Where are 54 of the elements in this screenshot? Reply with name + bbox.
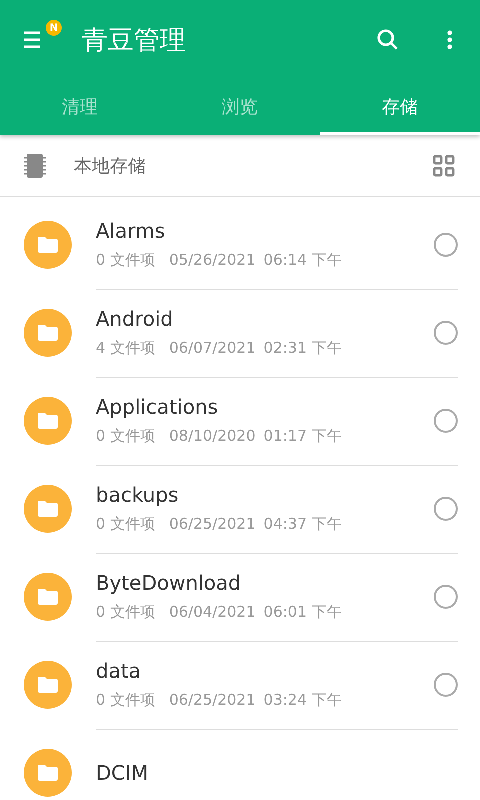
folder-row[interactable]: data 0 文件项 06/25/2021 03:24 下午 (0, 641, 480, 729)
modified-time: 01:17 下午 (264, 427, 342, 446)
grid-icon (433, 154, 455, 176)
folder-icon (24, 485, 72, 533)
folder-row[interactable]: Alarms 0 文件项 05/26/2021 06:14 下午 (0, 201, 480, 289)
select-radio[interactable] (434, 496, 458, 520)
folder-icon (24, 397, 72, 445)
notification-badge: N (46, 20, 62, 36)
folder-row[interactable]: DCIM (0, 729, 480, 800)
item-count: 0 文件项 (96, 251, 156, 270)
folder-icon (24, 309, 72, 357)
select-radio[interactable] (434, 232, 458, 256)
folder-name: ByteDownload (96, 571, 242, 595)
modified-time: 04:37 下午 (264, 515, 342, 534)
modified-time: 03:24 下午 (264, 691, 342, 710)
folder-row[interactable]: Android 4 文件项 06/07/2021 02:31 下午 (0, 289, 480, 377)
storage-chip-icon (24, 152, 46, 178)
folder-row[interactable]: Applications 0 文件项 08/10/2020 01:17 下午 (0, 377, 480, 465)
modified-date: 06/04/2021 (169, 603, 256, 622)
grid-view-button[interactable] (432, 154, 456, 178)
folder-name: Android (96, 307, 174, 331)
item-count: 4 文件项 (96, 339, 156, 358)
folder-name: Applications (96, 395, 220, 419)
modified-time: 06:14 下午 (264, 251, 342, 270)
folder-name: DCIM (96, 761, 150, 785)
modified-date: 05/26/2021 (169, 251, 256, 270)
select-radio[interactable] (434, 672, 458, 696)
item-count: 0 文件项 (96, 603, 156, 622)
folder-name: backups (96, 483, 180, 507)
modified-date: 08/10/2020 (169, 427, 256, 446)
modified-date: 06/07/2021 (169, 339, 256, 358)
modified-time: 02:31 下午 (264, 339, 342, 358)
folder-icon (24, 661, 72, 709)
location-label: 本地存储 (74, 154, 147, 178)
modified-date: 06/25/2021 (169, 515, 256, 534)
item-count: 0 文件项 (96, 515, 156, 534)
more-icon (447, 30, 453, 50)
app-title: 青豆管理 (82, 24, 187, 58)
modified-date: 06/25/2021 (169, 691, 256, 710)
search-button[interactable] (376, 28, 400, 52)
folder-icon (24, 749, 72, 797)
folder-name: data (96, 659, 142, 683)
item-count: 0 文件项 (96, 427, 156, 446)
select-radio[interactable] (434, 320, 458, 344)
modified-time: 06:01 下午 (264, 603, 342, 622)
folder-name: Alarms (96, 219, 166, 243)
search-icon (377, 29, 399, 51)
folder-row[interactable]: backups 0 文件项 06/25/2021 04:37 下午 (0, 465, 480, 553)
select-radio[interactable] (434, 408, 458, 432)
item-count: 0 文件项 (96, 691, 156, 710)
select-radio[interactable] (434, 584, 458, 608)
folder-icon (24, 221, 72, 269)
folder-row[interactable]: ByteDownload 0 文件项 06/04/2021 06:01 下午 (0, 553, 480, 641)
folder-icon (24, 573, 72, 621)
